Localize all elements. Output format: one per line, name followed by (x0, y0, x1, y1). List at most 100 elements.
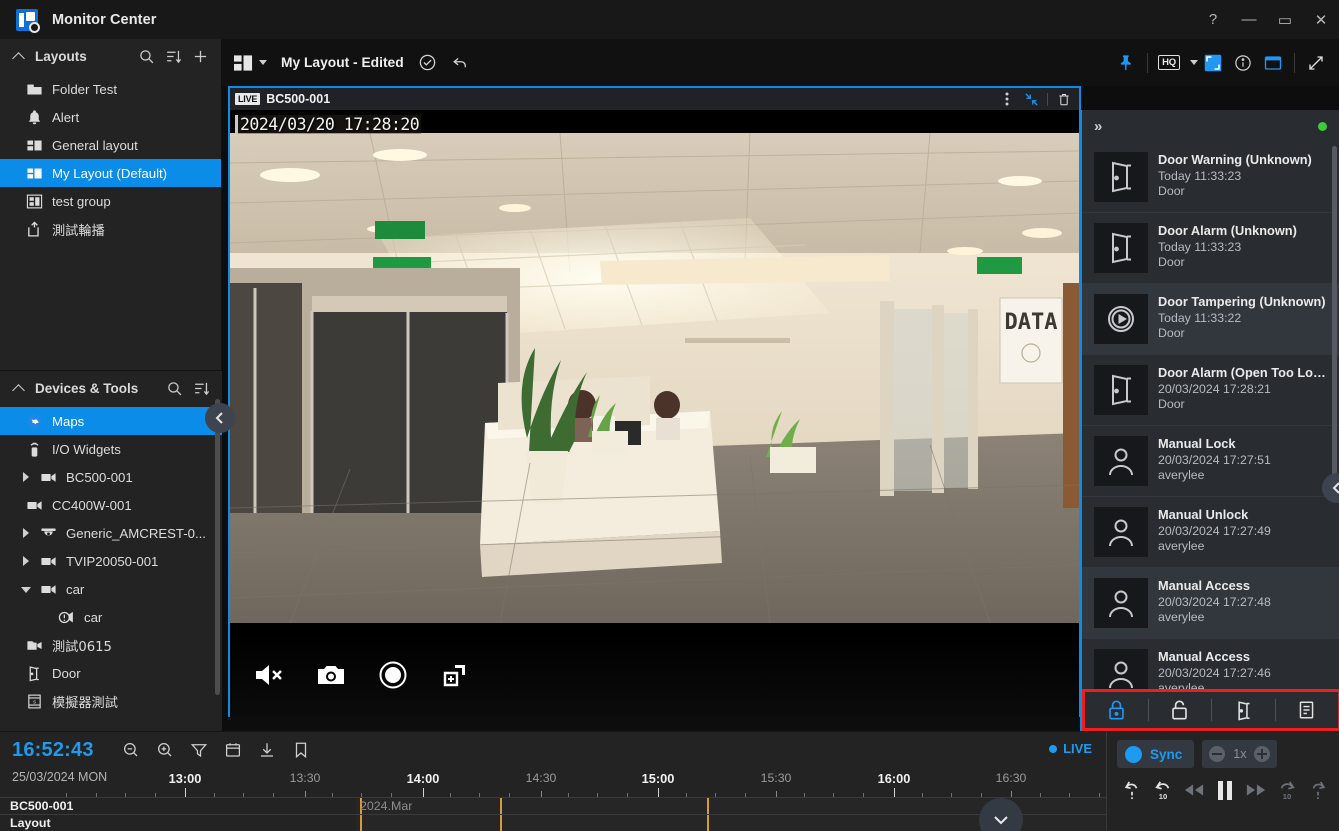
side-panel-button[interactable] (1258, 48, 1288, 78)
undo-icon[interactable] (451, 53, 470, 72)
camera-name: BC500-001 (266, 92, 331, 106)
quality-dropdown-caret-icon[interactable] (1190, 60, 1198, 65)
layout-selector-icon[interactable] (234, 54, 253, 71)
calendar-icon[interactable] (224, 741, 242, 759)
video-cell-header: LIVE BC500-001 (230, 88, 1079, 110)
timeline-marker[interactable] (500, 815, 502, 831)
back-10-button[interactable]: 10 (1152, 779, 1174, 801)
device-item-label: I/O Widgets (52, 441, 121, 457)
device-item-1[interactable]: Maps (0, 407, 222, 435)
search-icon[interactable] (166, 380, 183, 397)
shrink-button[interactable] (1020, 89, 1042, 109)
layout-item-6[interactable]: 測試輪播 (0, 215, 221, 243)
trash-icon (1059, 93, 1069, 105)
zoom-out-icon[interactable] (122, 741, 140, 759)
timeline-track[interactable]: BC500-001 2024.Mar (0, 797, 1106, 814)
pause-button[interactable] (1214, 779, 1236, 801)
layouts-panel-header[interactable]: Layouts (0, 39, 221, 73)
device-item-10[interactable]: Door (0, 659, 222, 687)
mute-button[interactable] (252, 658, 286, 692)
speed-decrease-button[interactable] (1209, 746, 1226, 762)
device-item-6[interactable]: TVIP20050-001 (0, 547, 222, 575)
chevron-up-icon[interactable] (12, 49, 26, 63)
digital-zoom-button[interactable] (438, 658, 472, 692)
quality-button[interactable]: HQ (1154, 48, 1184, 78)
download-icon[interactable] (258, 741, 276, 759)
search-icon[interactable] (138, 48, 155, 65)
timeline-marker[interactable] (707, 798, 709, 814)
timeline-tracks[interactable]: BC500-001 2024.Mar Layout (0, 797, 1106, 831)
devices-panel-header[interactable]: Devices & Tools (0, 371, 222, 405)
snapshot-button[interactable] (314, 658, 348, 692)
door-access-button[interactable] (1212, 692, 1275, 728)
device-item-2[interactable]: I/O Widgets (0, 435, 222, 463)
video-body[interactable]: 2024/03/20 17:28:20 DATA (230, 110, 1079, 717)
video-cell[interactable]: LIVE BC500-001 2024/03/20 17:28:20 DATA (228, 86, 1081, 717)
maximize-button[interactable]: ▭ (1267, 0, 1303, 39)
check-circle-icon[interactable] (418, 53, 437, 72)
event-item[interactable]: Door Alarm (Open Too Lon... 20/03/2024 1… (1082, 355, 1339, 426)
event-item[interactable]: Door Tampering (Unknown) Today 11:33:22 … (1082, 284, 1339, 355)
device-item-7[interactable]: car (0, 575, 222, 603)
sort-icon[interactable] (193, 380, 210, 397)
device-item-5[interactable]: Generic_AMCREST-0... (0, 519, 222, 547)
zoom-in-icon[interactable] (156, 741, 174, 759)
device-item-11[interactable]: s 模擬器測試 (0, 687, 222, 715)
help-button[interactable]: ? (1195, 0, 1231, 39)
live-indicator[interactable]: LIVE (1049, 741, 1092, 756)
timeline-track[interactable]: Layout (0, 814, 1106, 831)
jump-back-button[interactable] (1121, 779, 1143, 801)
layout-item-2[interactable]: Alert (0, 103, 221, 131)
aspect-ratio-button[interactable] (1198, 48, 1228, 78)
unlock-button[interactable] (1149, 692, 1212, 728)
layout-item-4[interactable]: My Layout (Default) (0, 159, 221, 187)
info-button[interactable] (1228, 48, 1258, 78)
close-button[interactable]: ✕ (1303, 0, 1339, 39)
devices-scrollbar[interactable] (215, 399, 220, 695)
layout-dropdown-caret-icon[interactable] (259, 60, 267, 65)
fast-forward-button[interactable] (1245, 779, 1267, 801)
back-10-icon: 10 (1155, 781, 1170, 800)
event-item[interactable]: Manual Lock 20/03/2024 17:27:51 averylee (1082, 426, 1339, 497)
event-item[interactable]: Door Alarm (Unknown) Today 11:33:23 Door (1082, 213, 1339, 284)
pin-button[interactable] (1111, 48, 1141, 78)
fullscreen-button[interactable] (1301, 48, 1331, 78)
collapse-events-button[interactable]: » (1094, 118, 1102, 135)
timeline-marker[interactable] (707, 815, 709, 831)
remove-cell-button[interactable] (1053, 89, 1075, 109)
timeline-ruler[interactable]: 13:00 13:30 14:00 14:30 15:00 15:30 16:00 16:30 (0, 768, 1106, 797)
sort-icon[interactable] (165, 48, 182, 65)
jump-forward-button[interactable] (1307, 779, 1329, 801)
event-item[interactable]: Manual Unlock 20/03/2024 17:27:49 averyl… (1082, 497, 1339, 568)
bookmark-icon[interactable] (292, 741, 310, 759)
timeline-marker[interactable] (360, 815, 362, 831)
device-item-3[interactable]: BC500-001 (0, 463, 222, 491)
add-icon[interactable] (192, 48, 209, 65)
log-button[interactable] (1276, 692, 1339, 728)
layout-item-3[interactable]: General layout (0, 131, 221, 159)
filter-icon[interactable] (190, 741, 208, 759)
lock-button[interactable] (1085, 692, 1148, 728)
event-list-scrollbar[interactable] (1332, 146, 1337, 476)
forward-10-button[interactable]: 10 (1276, 779, 1298, 801)
layout-item-5[interactable]: test group (0, 187, 221, 215)
event-item[interactable]: Door Warning (Unknown) Today 11:33:23 Do… (1082, 142, 1339, 213)
event-item[interactable]: Manual Access 20/03/2024 17:27:46 averyl… (1082, 639, 1339, 689)
minimize-button[interactable]: — (1231, 0, 1267, 39)
event-item[interactable]: Manual Access 20/03/2024 17:27:48 averyl… (1082, 568, 1339, 639)
track-month-label: 2024.Mar (360, 799, 413, 813)
event-list[interactable]: Door Warning (Unknown) Today 11:33:23 Do… (1082, 142, 1339, 689)
rewind-button[interactable] (1183, 779, 1205, 801)
device-item-4[interactable]: CC400W-001 (0, 491, 222, 519)
chevron-up-icon[interactable] (12, 381, 26, 395)
device-item-9[interactable]: 測試0615 (0, 631, 222, 659)
speed-increase-button[interactable] (1254, 746, 1271, 762)
snapshot-icon (318, 666, 344, 684)
device-item-8[interactable]: car (0, 603, 222, 631)
sidebar-collapse-button[interactable] (205, 403, 235, 433)
timeline-marker[interactable] (500, 798, 502, 814)
record-button[interactable] (376, 658, 410, 692)
layout-item-1[interactable]: Folder Test (0, 75, 221, 103)
sync-button[interactable]: Sync (1117, 740, 1195, 768)
more-options-button[interactable] (996, 89, 1018, 109)
